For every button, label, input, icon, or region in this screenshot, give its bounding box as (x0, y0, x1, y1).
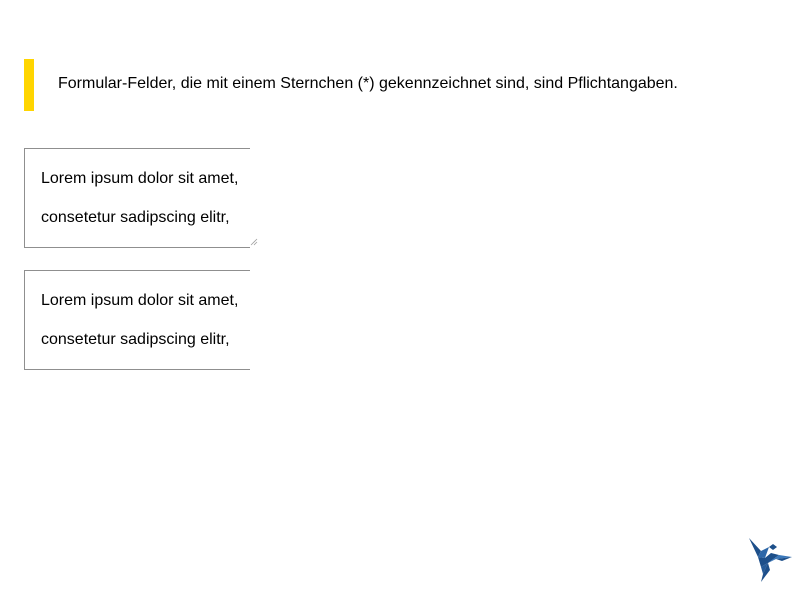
textarea-field-1[interactable]: Lorem ipsum dolor sit amet, consetetur s… (24, 148, 250, 248)
resize-handle-icon[interactable] (250, 238, 258, 246)
notice-text: Formular-Felder, die mit einem Sternchen… (58, 75, 678, 92)
textarea-field-2[interactable]: Lorem ipsum dolor sit amet, consetetur s… (24, 270, 250, 370)
form-page: Formular-Felder, die mit einem Sternchen… (0, 0, 800, 600)
bird-logo-icon (749, 538, 792, 582)
notice-accent-bar (24, 59, 34, 111)
textarea-line: consetetur sadipscing elitr, (41, 209, 230, 226)
required-fields-notice: Formular-Felder, die mit einem Sternchen… (24, 59, 764, 111)
textarea-line: Lorem ipsum dolor sit amet, (41, 170, 239, 187)
textarea-line: consetetur sadipscing elitr, (41, 331, 230, 348)
textarea-line: Lorem ipsum dolor sit amet, (41, 292, 239, 309)
